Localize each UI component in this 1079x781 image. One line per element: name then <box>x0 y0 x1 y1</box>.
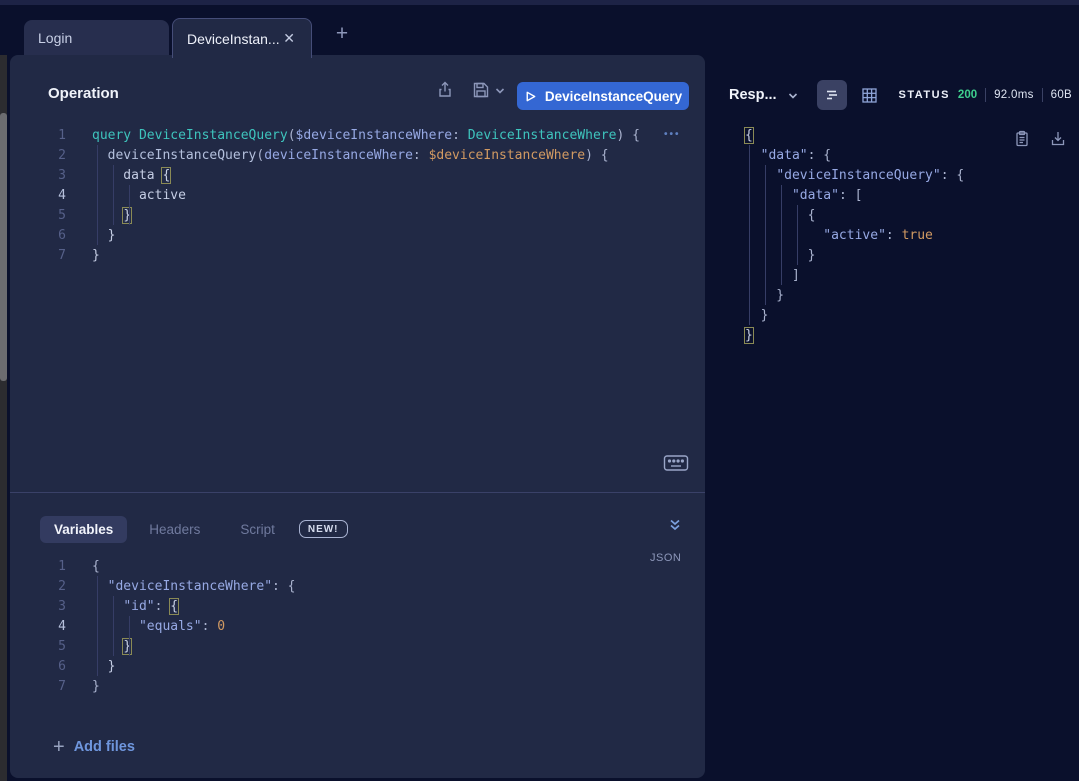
close-tab-icon[interactable]: ✕ <box>281 30 297 47</box>
indent-guide <box>97 145 98 245</box>
code-line: { <box>745 205 1065 225</box>
code-line: "data": [ <box>745 185 1065 205</box>
tab-headers[interactable]: Headers <box>135 516 214 543</box>
code-line: 4 "equals": 0 <box>10 616 670 636</box>
response-status-group: STATUS 200 92.0ms 60B <box>899 88 1072 102</box>
code-line: 6 } <box>10 225 670 245</box>
response-actions <box>1013 129 1067 147</box>
new-tab-button[interactable]: + <box>330 22 354 46</box>
response-title[interactable]: Resp... <box>729 87 777 103</box>
add-files-label: Add files <box>74 739 135 755</box>
code-line: } <box>745 325 1065 345</box>
collapse-section-double-chevron-icon[interactable] <box>666 516 684 534</box>
play-icon <box>524 90 537 103</box>
plus-icon: + <box>53 738 65 756</box>
tab-device-instance-query-label: DeviceInstan... <box>187 31 280 47</box>
code-line: 1query DeviceInstanceQuery($deviceInstan… <box>10 125 670 145</box>
code-line: 7} <box>10 676 670 696</box>
tab-login-label: Login <box>38 30 72 46</box>
line-number: 4 <box>10 188 66 203</box>
code-line: } <box>745 305 1065 325</box>
window-scrollbar-track[interactable] <box>0 55 7 781</box>
line-number: 2 <box>10 579 66 594</box>
code-line: "deviceInstanceQuery": { <box>745 165 1065 185</box>
code-line: 1{ <box>10 556 670 576</box>
window-scrollbar-thumb[interactable] <box>0 113 7 381</box>
response-header: Resp... STATUS 200 92.0ms 60B <box>729 80 1072 110</box>
line-number: 7 <box>10 679 66 694</box>
line-number: 7 <box>10 248 66 263</box>
line-number: 1 <box>10 128 66 143</box>
line-number: 6 <box>10 659 66 674</box>
line-number: 2 <box>10 148 66 163</box>
line-number: 3 <box>10 599 66 614</box>
response-panel: Resp... STATUS 200 92.0ms 60B { "data": … <box>705 55 1079 781</box>
run-operation-button[interactable]: DeviceInstanceQuery <box>517 82 689 110</box>
operation-editor[interactable]: 1query DeviceInstanceQuery($deviceInstan… <box>10 125 670 265</box>
line-number: 3 <box>10 168 66 183</box>
table-view-icon[interactable] <box>855 80 885 110</box>
code-line: "active": true <box>745 225 1065 245</box>
meta-separator <box>985 88 986 102</box>
code-line: 5 } <box>10 205 670 225</box>
save-options-chevron-icon[interactable] <box>494 85 506 97</box>
add-files-button[interactable]: + Add files <box>53 738 135 756</box>
save-icon[interactable] <box>470 79 492 101</box>
tab-variables[interactable]: Variables <box>40 516 127 543</box>
response-time: 92.0ms <box>994 89 1034 101</box>
variables-editor[interactable]: 1{2 "deviceInstanceWhere": {3 "id": {4 "… <box>10 556 670 696</box>
script-new-badge: NEW! <box>299 520 348 538</box>
tab-device-instance-query[interactable]: DeviceInstan... ✕ <box>172 18 312 58</box>
indent-guide <box>129 616 130 656</box>
code-line: } <box>745 285 1065 305</box>
status-code-badge: 200 <box>958 89 977 101</box>
keyboard-shortcuts-icon[interactable] <box>663 454 689 472</box>
copy-response-clipboard-icon[interactable] <box>1013 129 1031 147</box>
request-panel: Operation DeviceInstanceQuery 1query Dev… <box>10 55 705 778</box>
code-line: 3 "id": { <box>10 596 670 616</box>
operation-panel-title: Operation <box>48 85 119 102</box>
indent-guide <box>781 185 782 285</box>
indent-guide <box>765 165 766 305</box>
tab-script[interactable]: Script <box>226 516 289 543</box>
window-top-strip <box>0 0 1079 5</box>
code-line: 4 active <box>10 185 670 205</box>
status-label: STATUS <box>899 89 950 101</box>
response-size: 60B <box>1051 89 1072 101</box>
indent-guide <box>113 596 114 656</box>
line-number: 4 <box>10 619 66 634</box>
indent-guide <box>129 185 130 225</box>
line-number: 5 <box>10 208 66 223</box>
response-json-viewer[interactable]: { "data": { "deviceInstanceQuery": { "da… <box>745 125 1065 345</box>
code-line: } <box>745 245 1065 265</box>
line-number: 6 <box>10 228 66 243</box>
share-icon[interactable] <box>434 79 456 101</box>
meta-separator <box>1042 88 1043 102</box>
indent-guide <box>797 205 798 265</box>
code-line: 5 } <box>10 636 670 656</box>
code-line: 6 } <box>10 656 670 676</box>
request-panel-divider <box>10 492 705 493</box>
tab-login[interactable]: Login <box>24 20 169 56</box>
request-tabs: Variables Headers Script NEW! <box>40 514 348 544</box>
formatted-view-icon[interactable] <box>817 80 847 110</box>
run-operation-label: DeviceInstanceQuery <box>545 89 682 104</box>
code-line: 3 data { <box>10 165 670 185</box>
code-line: 2 deviceInstanceQuery(deviceInstanceWher… <box>10 145 670 165</box>
code-line: "data": { <box>745 145 1065 165</box>
indent-guide <box>97 576 98 676</box>
code-line: 2 "deviceInstanceWhere": { <box>10 576 670 596</box>
download-response-icon[interactable] <box>1049 129 1067 147</box>
code-line: 7} <box>10 245 670 265</box>
response-dropdown-chevron-icon[interactable] <box>787 89 799 101</box>
operation-overflow-menu-icon[interactable]: ••• <box>664 129 681 140</box>
line-number: 5 <box>10 639 66 654</box>
line-number: 1 <box>10 559 66 574</box>
code-line: ] <box>745 265 1065 285</box>
indent-guide <box>113 165 114 225</box>
indent-guide <box>749 145 750 325</box>
